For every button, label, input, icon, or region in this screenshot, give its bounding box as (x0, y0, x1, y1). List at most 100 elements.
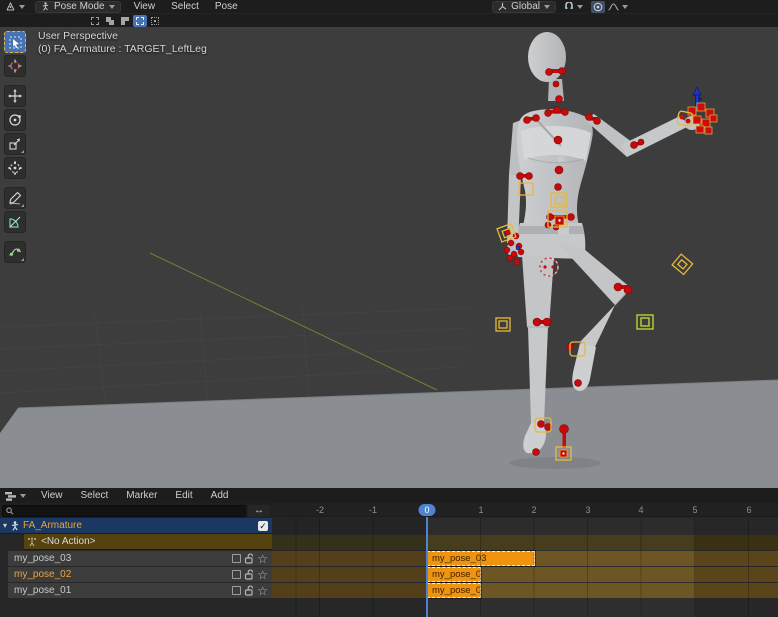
nla-body: ↔ ▾ FA_Armature ✓ <No Action> (0, 503, 778, 617)
channel-row-action[interactable]: <No Action> (24, 534, 272, 550)
nla-strip-my-pose-02[interactable]: my_pose_02 (427, 567, 481, 582)
tool-cursor[interactable] (4, 55, 26, 77)
timeline-band-track2: my_pose_02 (272, 567, 778, 582)
nla-menu-marker[interactable]: Marker (123, 490, 160, 501)
viewport-toolbar (4, 31, 26, 263)
view-name: User Perspective (38, 30, 207, 43)
timeline-band-action (272, 535, 778, 550)
tool-transform[interactable] (4, 157, 26, 179)
nla-menu-add[interactable]: Add (208, 490, 232, 501)
editor-type-3d-viewport-icon (5, 2, 16, 12)
track-row-my-pose-03[interactable]: my_pose_03 ☆ (8, 551, 272, 566)
chevron-down-icon (20, 494, 26, 498)
pose-mode-icon (41, 2, 50, 11)
menu-view[interactable]: View (131, 1, 159, 12)
mute-checkbox[interactable] (232, 554, 241, 563)
playhead-line[interactable] (426, 517, 428, 617)
floor-plane (0, 380, 778, 488)
tool-select-box[interactable] (4, 31, 26, 53)
viewport-overlay-text: User Perspective (0) FA_Armature : TARGE… (38, 30, 207, 56)
editor-type-nla-icon (5, 491, 17, 501)
track-label: my_pose_02 (14, 569, 232, 580)
disclosure-triangle-icon[interactable]: ▾ (3, 522, 7, 530)
mute-checkbox[interactable] (232, 586, 241, 595)
ruler-tick: 6 (746, 505, 751, 515)
tool-annotate[interactable] (4, 187, 26, 209)
viewport-header: Pose Mode View Select Pose Global (0, 0, 778, 13)
channel-enable-checkbox[interactable]: ✓ (258, 521, 268, 531)
track-row-my-pose-02[interactable]: my_pose_02 ☆ (8, 567, 272, 582)
menu-select[interactable]: Select (168, 1, 202, 12)
select-invert-icon[interactable] (133, 15, 147, 27)
mute-checkbox[interactable] (232, 570, 241, 579)
snap-magnet-icon (564, 2, 574, 12)
chevron-down-icon (622, 5, 628, 9)
timeline-tracks[interactable]: my_pose_03 my_pose_02 my_pose_01 (272, 518, 778, 617)
ruler-tick: 1 (478, 505, 483, 515)
unlock-icon[interactable] (244, 569, 254, 580)
chevron-down-icon (19, 5, 25, 9)
track-row-my-pose-01[interactable]: my_pose_01 ☆ (8, 583, 272, 598)
orientation-label: Global (511, 1, 540, 12)
select-extend-icon[interactable] (103, 15, 117, 27)
playhead-frame-badge[interactable]: 0 (418, 504, 435, 516)
nla-editor: View Select Marker Edit Add ↔ ▾ (0, 488, 778, 617)
select-intersect-icon[interactable] (148, 15, 162, 27)
nla-menu-edit[interactable]: Edit (172, 490, 195, 501)
3d-viewport[interactable]: User Perspective (0) FA_Armature : TARGE… (0, 27, 778, 488)
track-label: my_pose_01 (14, 585, 232, 596)
tool-scale[interactable] (4, 133, 26, 155)
nla-editor-type-button[interactable] (5, 491, 26, 501)
3d-scene[interactable] (0, 27, 778, 488)
falloff-icon (608, 3, 619, 11)
viewport-header-right: Global (492, 1, 628, 13)
blender-window: Pose Mode View Select Pose Global (0, 0, 778, 617)
proportional-editing-group[interactable] (591, 1, 628, 13)
mode-dropdown-label: Pose Mode (54, 1, 105, 12)
expand-channels-button[interactable]: ↔ (248, 505, 270, 517)
unlock-icon[interactable] (244, 585, 254, 596)
select-new-icon[interactable] (88, 15, 102, 27)
search-input[interactable] (17, 506, 245, 516)
timeline-band-track3: my_pose_03 (272, 551, 778, 566)
channel-search-row: ↔ (0, 503, 272, 518)
editor-type-button[interactable] (5, 2, 25, 12)
channel-search-field[interactable] (2, 505, 246, 517)
nla-strip-my-pose-03[interactable]: my_pose_03 (427, 551, 535, 566)
y-axis-line (150, 253, 437, 390)
solo-star-icon[interactable]: ☆ (257, 586, 268, 596)
transform-orientation-icon (498, 2, 507, 11)
snap-dropdown[interactable] (564, 2, 583, 12)
chevron-down-icon (109, 5, 115, 9)
nla-menu-select[interactable]: Select (78, 490, 112, 501)
tool-measure[interactable] (4, 211, 26, 233)
viewport-grid (0, 307, 470, 407)
tool-move[interactable] (4, 85, 26, 107)
search-icon (6, 507, 14, 515)
timeline-area[interactable]: -2 -1 1 2 3 4 5 6 0 my_pose_03 (272, 503, 778, 617)
ruler-tick: -2 (316, 505, 324, 515)
ruler-tick: 3 (585, 505, 590, 515)
timeline-band-track1: my_pose_01 (272, 583, 778, 598)
ruler-tick: 5 (692, 505, 697, 515)
unlock-icon[interactable] (244, 553, 254, 564)
nla-header: View Select Marker Edit Add (0, 488, 778, 503)
tool-rotate[interactable] (4, 109, 26, 131)
solo-star-icon[interactable]: ☆ (257, 570, 268, 580)
figure-shadow (509, 457, 601, 469)
action-icon (27, 537, 37, 547)
solo-star-icon[interactable]: ☆ (257, 554, 268, 564)
menu-pose[interactable]: Pose (212, 1, 241, 12)
nla-menu-view[interactable]: View (38, 490, 66, 501)
action-channel-label: <No Action> (41, 536, 95, 547)
tool-pose-breakdowner[interactable] (4, 241, 26, 263)
mode-dropdown[interactable]: Pose Mode (35, 1, 121, 13)
select-subtract-icon[interactable] (118, 15, 132, 27)
proportional-editing-icon[interactable] (591, 1, 605, 13)
nla-strip-my-pose-01[interactable]: my_pose_01 (427, 583, 481, 598)
channel-row-object[interactable]: ▾ FA_Armature ✓ (0, 518, 272, 534)
timeline-ruler[interactable]: -2 -1 1 2 3 4 5 6 0 (272, 503, 778, 517)
orientation-dropdown[interactable]: Global (492, 1, 556, 13)
active-object-name: (0) FA_Armature : TARGET_LeftLeg (38, 43, 207, 56)
ruler-tick: 4 (638, 505, 643, 515)
